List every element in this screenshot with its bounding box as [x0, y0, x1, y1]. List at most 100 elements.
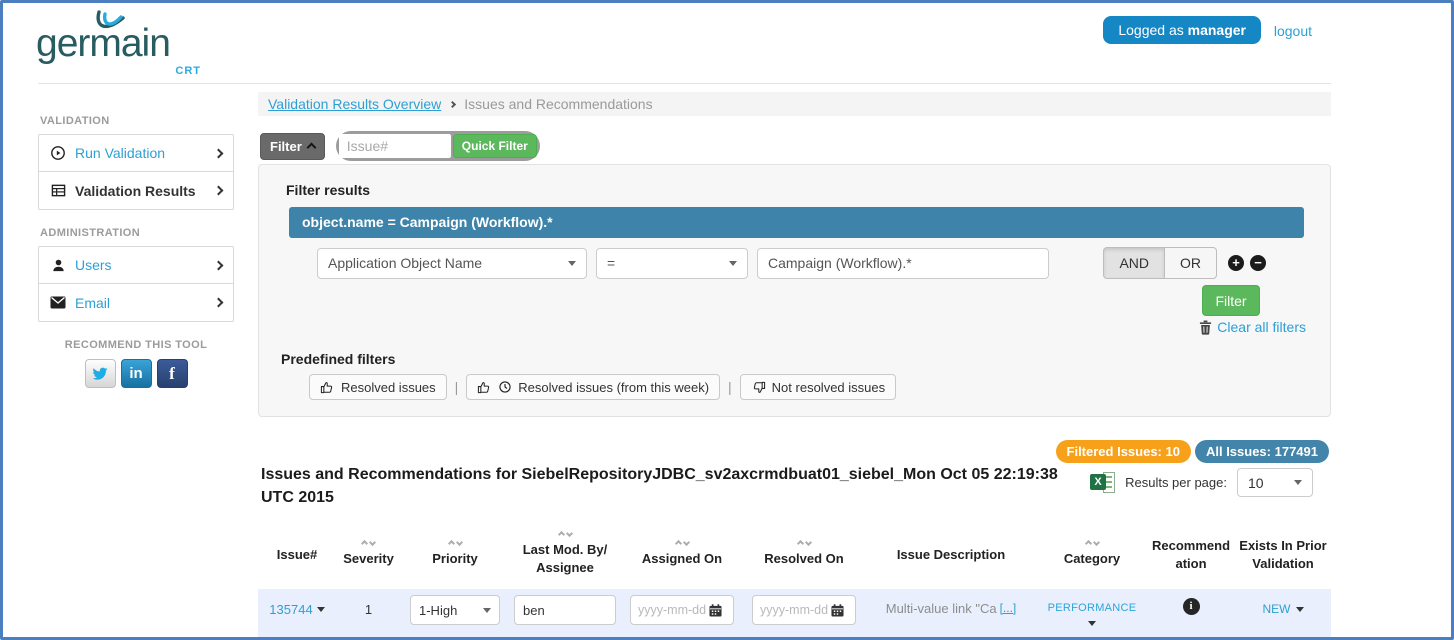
- column-header-category[interactable]: Category: [1037, 521, 1147, 588]
- twitter-share-button[interactable]: [85, 359, 116, 388]
- filtered-issues-badge: Filtered Issues: 10: [1056, 440, 1191, 463]
- excel-export-button[interactable]: X: [1090, 472, 1115, 493]
- germain-logo[interactable]: germain CRT: [36, 13, 201, 77]
- resolved-on-date-field: [752, 595, 856, 625]
- condition-logic-controls: AND OR + −: [1103, 247, 1266, 279]
- sort-asc-icon: [361, 540, 368, 547]
- assigned-on-date-field: [630, 595, 734, 625]
- assigned-on-input[interactable]: [638, 603, 706, 617]
- column-header-severity[interactable]: Severity: [336, 521, 401, 588]
- sort-control[interactable]: [559, 532, 572, 537]
- priority-select[interactable]: 1-High: [410, 595, 500, 625]
- caret-down-icon: [317, 607, 325, 612]
- predefined-separator: |: [728, 379, 732, 395]
- predefined-filter-resolved[interactable]: Resolved issues: [309, 374, 447, 400]
- add-condition-button[interactable]: +: [1228, 255, 1244, 271]
- caret-down-icon: [1296, 607, 1304, 612]
- recommendation-info-icon[interactable]: i: [1183, 598, 1200, 615]
- exists-in-prior-select[interactable]: NEW: [1263, 602, 1304, 616]
- results-per-page-label: Results per page:: [1125, 475, 1227, 490]
- column-header-recommendation: Recommendation: [1147, 521, 1235, 588]
- or-button[interactable]: OR: [1164, 247, 1217, 279]
- chevron-right-icon: [214, 298, 224, 308]
- resolved-on-input[interactable]: [760, 603, 828, 617]
- logo-swoosh-icon: [92, 9, 130, 37]
- sort-asc-icon: [1084, 540, 1091, 547]
- sidebar-item-label: Email: [75, 295, 206, 311]
- sidebar-item-users[interactable]: Users: [39, 247, 233, 284]
- filter-value-input[interactable]: [757, 248, 1049, 279]
- facebook-share-button[interactable]: f: [157, 359, 188, 388]
- filter-condition-row: Application Object Name = AND OR + −: [317, 247, 1308, 279]
- category-select[interactable]: PERFORMANCE: [1048, 602, 1137, 626]
- sort-control[interactable]: [676, 541, 689, 546]
- logo-subtext: CRT: [175, 65, 201, 77]
- predefined-filter-resolved-this-week[interactable]: Resolved issues (from this week): [466, 374, 720, 400]
- predefined-filter-label: Resolved issues (from this week): [518, 380, 709, 395]
- quick-filter-group: Quick Filter: [336, 131, 540, 161]
- column-header-last-mod-by[interactable]: Last Mod. By/ Assignee: [509, 521, 621, 588]
- predefined-filters: Predefined filters Resolved issues | Res…: [281, 351, 896, 400]
- sidebar-section-administration-title: ADMINISTRATION: [40, 227, 234, 239]
- column-header-issue-number: Issue#: [258, 521, 336, 588]
- remove-condition-button[interactable]: −: [1250, 255, 1266, 271]
- results-controls: X Results per page: 10: [1090, 468, 1313, 497]
- results-per-page-select[interactable]: 10: [1237, 468, 1313, 497]
- table-row: 135744 1 1-High: [258, 589, 1331, 637]
- facebook-icon: f: [169, 364, 175, 384]
- filter-expression-bar[interactable]: object.name = Campaign (Workflow).*: [289, 207, 1304, 238]
- sort-asc-icon: [796, 540, 803, 547]
- page-title: Issues and Recommendations for SiebelRep…: [261, 463, 1076, 509]
- sort-control[interactable]: [1086, 541, 1099, 546]
- and-button[interactable]: AND: [1103, 247, 1165, 279]
- thumbs-down-icon: [751, 380, 766, 395]
- twitter-icon: [91, 366, 109, 382]
- sidebar-item-email[interactable]: Email: [39, 284, 233, 321]
- recommend-title: RECOMMEND THIS TOOL: [38, 339, 234, 351]
- column-header-resolved-on[interactable]: Resolved On: [743, 521, 865, 588]
- filter-toggle-label: Filter: [270, 139, 302, 154]
- breadcrumb-current: Issues and Recommendations: [464, 96, 652, 112]
- recommend-block: RECOMMEND THIS TOOL in f: [38, 339, 234, 388]
- predefined-filter-label: Not resolved issues: [772, 380, 885, 395]
- predefined-filter-not-resolved[interactable]: Not resolved issues: [740, 374, 896, 400]
- sort-asc-icon: [447, 540, 454, 547]
- thumbs-up-icon: [320, 380, 335, 395]
- clear-all-filters-link[interactable]: Clear all filters: [1217, 319, 1306, 335]
- calendar-icon[interactable]: [831, 604, 844, 617]
- sidebar-item-label: Validation Results: [75, 183, 206, 199]
- thumbs-up-icon: [477, 380, 492, 395]
- filter-toggle-button[interactable]: Filter: [260, 133, 325, 160]
- assignee-input[interactable]: [514, 595, 616, 625]
- issue-description-text: Multi-value link "Ca: [886, 601, 997, 616]
- issue-number-link[interactable]: 135744: [269, 602, 324, 617]
- calendar-icon[interactable]: [709, 604, 722, 617]
- filter-panel: Filter results object.name = Campaign (W…: [258, 164, 1331, 417]
- column-header-assigned-on[interactable]: Assigned On: [621, 521, 743, 588]
- issue-number: 135744: [269, 602, 312, 617]
- field-select[interactable]: Application Object Name: [317, 248, 587, 279]
- sort-control[interactable]: [449, 541, 462, 546]
- operator-select[interactable]: =: [596, 248, 748, 279]
- chevron-up-icon: [306, 143, 316, 153]
- filter-submit-button[interactable]: Filter: [1202, 285, 1260, 316]
- sidebar-section-validation-title: VALIDATION: [40, 115, 234, 127]
- linkedin-share-button[interactable]: in: [121, 359, 152, 388]
- main-content: Validation Results Overview Issues and R…: [258, 3, 1331, 640]
- select-caret-icon: [729, 261, 737, 266]
- quick-filter-button[interactable]: Quick Filter: [453, 134, 537, 158]
- clear-all-filters: Clear all filters: [1199, 319, 1306, 335]
- sidebar-item-run-validation[interactable]: Run Validation: [39, 135, 233, 172]
- breadcrumb-link-validation-results-overview[interactable]: Validation Results Overview: [268, 96, 441, 112]
- exists-in-prior-value: NEW: [1263, 602, 1291, 616]
- app-window: germain CRT Logged as manager logout VAL…: [0, 0, 1454, 640]
- issue-number-input[interactable]: [339, 134, 451, 158]
- sort-control[interactable]: [362, 541, 375, 546]
- breadcrumb: Validation Results Overview Issues and R…: [258, 92, 1331, 116]
- column-header-priority[interactable]: Priority: [401, 521, 509, 588]
- sort-desc-icon: [804, 539, 811, 546]
- issues-table-header: Issue# Severity Priority Last Mod. By/ A…: [258, 521, 1331, 588]
- sort-control[interactable]: [798, 541, 811, 546]
- sidebar-item-validation-results[interactable]: Validation Results: [39, 172, 233, 209]
- description-expand-link[interactable]: [...]: [1000, 601, 1017, 615]
